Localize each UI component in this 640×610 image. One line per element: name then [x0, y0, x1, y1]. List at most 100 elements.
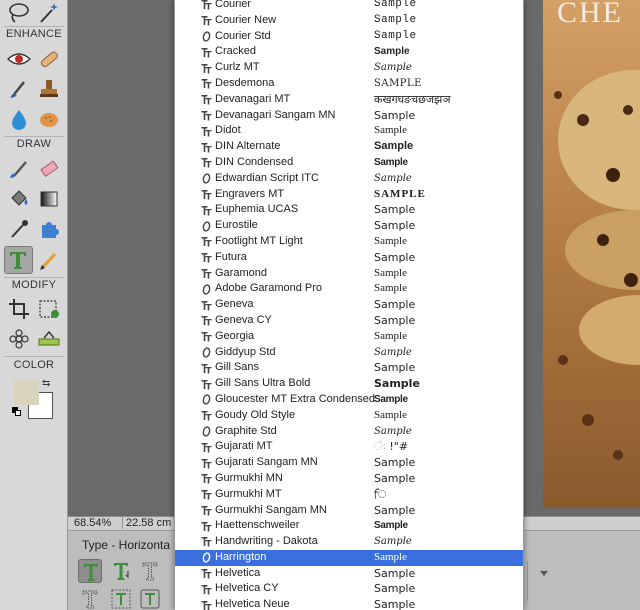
opentype-icon: [199, 550, 213, 566]
document-size: 22.58 cm: [122, 517, 171, 529]
font-menu-item[interactable]: Devanagari Sangam MN Sample: [175, 108, 523, 124]
truetype-icon: [199, 376, 213, 392]
font-menu-item[interactable]: Gill Sans Ultra Bold Sample: [175, 376, 523, 392]
font-menu-item[interactable]: Curlz MT Sample: [175, 60, 523, 76]
font-menu-item[interactable]: Georgia Sample: [175, 329, 523, 345]
truetype-icon: [199, 518, 213, 534]
eraser-tool[interactable]: [36, 156, 62, 182]
font-menu-item[interactable]: Footlight MT Light Sample: [175, 234, 523, 250]
blur-tool[interactable]: [6, 106, 32, 132]
font-menu-item[interactable]: Adobe Garamond Pro Sample: [175, 281, 523, 297]
font-menu-item[interactable]: DIN Alternate Sample: [175, 139, 523, 155]
font-menu-item[interactable]: DIN Condensed Sample: [175, 155, 523, 171]
font-preview-sample: Sample: [374, 550, 407, 563]
sponge-tool[interactable]: [36, 106, 62, 132]
font-preview-sample: Sample: [374, 471, 416, 485]
font-preview-sample: Sample: [374, 62, 412, 74]
font-menu-item[interactable]: Geneva Sample: [175, 297, 523, 313]
font-preview-sample: Sample: [374, 582, 416, 596]
pencil-tool[interactable]: [36, 248, 62, 274]
font-menu-item[interactable]: Helvetica Sample: [175, 566, 523, 582]
font-name: Courier: [215, 0, 252, 10]
font-menu-item[interactable]: Geneva CY Sample: [175, 313, 523, 329]
font-name: Goudy Old Style: [215, 408, 296, 421]
options-divider: [527, 561, 528, 601]
chevron-down-icon[interactable]: [540, 571, 548, 576]
font-name: Gill Sans: [215, 361, 260, 374]
font-menu-item[interactable]: Euphemia UCAS Sample: [175, 202, 523, 218]
clone-stamp-tool[interactable]: [36, 76, 62, 102]
font-menu-item[interactable]: Futura Sample: [175, 250, 523, 266]
paint-bucket-tool[interactable]: [6, 186, 32, 212]
font-name: Graphite Std: [215, 424, 277, 437]
eyedropper-tool[interactable]: [6, 216, 32, 242]
font-menu-item[interactable]: Gill Sans Sample: [175, 360, 523, 376]
font-preview-sample: SAMPLE: [374, 77, 422, 89]
photo-canvas[interactable]: CHE: [543, 0, 640, 508]
font-name: Curlz MT: [215, 61, 260, 74]
font-menu-item[interactable]: Handwriting - Dakota Sample: [175, 534, 523, 550]
font-menu-item[interactable]: Helvetica CY Sample: [175, 581, 523, 597]
font-menu-item[interactable]: Eurostile Sample: [175, 218, 523, 234]
text-on-selection-button[interactable]: [109, 587, 133, 610]
font-menu-item[interactable]: Gurmukhi MTਿ: [175, 487, 523, 503]
vertical-type-button[interactable]: [109, 559, 133, 583]
type-tool[interactable]: [4, 246, 33, 274]
font-family-menu[interactable]: Courier Sample Courier New Sample Courier St…: [174, 0, 524, 610]
horizontal-type-button[interactable]: [78, 559, 102, 583]
pencil-icon: [40, 252, 57, 270]
smart-brush-tool[interactable]: [6, 76, 32, 102]
font-name: Gujarati MT: [215, 440, 273, 453]
lasso-tool[interactable]: [6, 0, 32, 26]
font-name: Helvetica: [215, 566, 261, 579]
straighten-tool[interactable]: [36, 326, 62, 352]
magic-wand-tool[interactable]: [36, 0, 62, 26]
font-menu-item[interactable]: Gloucester MT Extra Condensed Sample: [175, 392, 523, 408]
font-menu-item[interactable]: Giddyup Std Sample: [175, 345, 523, 361]
font-menu-item[interactable]: Desdemona SAMPLE: [175, 76, 523, 92]
font-preview-sample: ંઃ !"#: [374, 440, 409, 454]
foreground-color-swatch-face[interactable]: [14, 380, 39, 405]
red-eye-tool[interactable]: [6, 46, 32, 72]
font-menu-item[interactable]: Courier Std Sample: [175, 29, 523, 45]
font-name: Engravers MT: [215, 187, 285, 200]
font-menu-item[interactable]: Harrington Sample: [175, 549, 523, 566]
font-menu-item[interactable]: Gurmukhi MN Sample: [175, 471, 523, 487]
font-name: Eurostile: [215, 219, 258, 232]
content-aware-move-tool[interactable]: [6, 326, 32, 352]
text-on-shape-button[interactable]: [138, 587, 162, 610]
font-menu-item[interactable]: Gurmukhi Sangam MN Sample: [175, 503, 523, 519]
font-name: Harrington: [215, 550, 267, 563]
custom-shape-tool[interactable]: [36, 216, 62, 242]
font-menu-item[interactable]: Engravers MT SAMPLE: [175, 187, 523, 203]
opentype-icon: [199, 171, 213, 187]
font-menu-item[interactable]: Cracked Sample: [175, 44, 523, 60]
font-menu-item[interactable]: Gujarati Sangam MN Sample: [175, 455, 523, 471]
font-menu-item[interactable]: Garamond Sample: [175, 266, 523, 282]
font-menu-item[interactable]: Courier New Sample: [175, 13, 523, 29]
zoom-level[interactable]: 68.54%: [74, 517, 111, 529]
swap-colors-icon[interactable]: ⇆: [42, 378, 50, 389]
crop-tool[interactable]: [6, 296, 32, 322]
font-menu-item[interactable]: Graphite Std Sample: [175, 424, 523, 440]
truetype-icon: [199, 155, 213, 171]
font-menu-item[interactable]: Haettenschweiler Sample: [175, 518, 523, 534]
healing-brush-tool[interactable]: [36, 46, 62, 72]
font-menu-item[interactable]: Helvetica Neue Sample: [175, 597, 523, 610]
recompose-tool[interactable]: [36, 296, 62, 322]
truetype-icon: [199, 139, 213, 155]
brush-tool[interactable]: [6, 156, 32, 182]
font-menu-item[interactable]: Didot Sample: [175, 123, 523, 139]
truetype-icon: [199, 455, 213, 471]
section-label-color: COLOR: [13, 359, 55, 371]
font-menu-item[interactable]: Gujarati MTંઃ !"#: [175, 439, 523, 455]
font-menu-item[interactable]: Goudy Old Style Sample: [175, 408, 523, 424]
gradient-tool[interactable]: [36, 186, 62, 212]
font-preview-sample: ਿ: [374, 487, 387, 501]
font-menu-item[interactable]: Courier Sample: [175, 0, 523, 13]
default-colors-icon[interactable]: [12, 407, 22, 417]
font-menu-item[interactable]: Devanagari MT कखगघङचछजझञ: [175, 92, 523, 108]
horizontal-type-mask-button[interactable]: [138, 559, 162, 583]
vertical-type-mask-button[interactable]: [78, 587, 102, 610]
font-menu-item[interactable]: Edwardian Script ITC Sample: [175, 171, 523, 187]
